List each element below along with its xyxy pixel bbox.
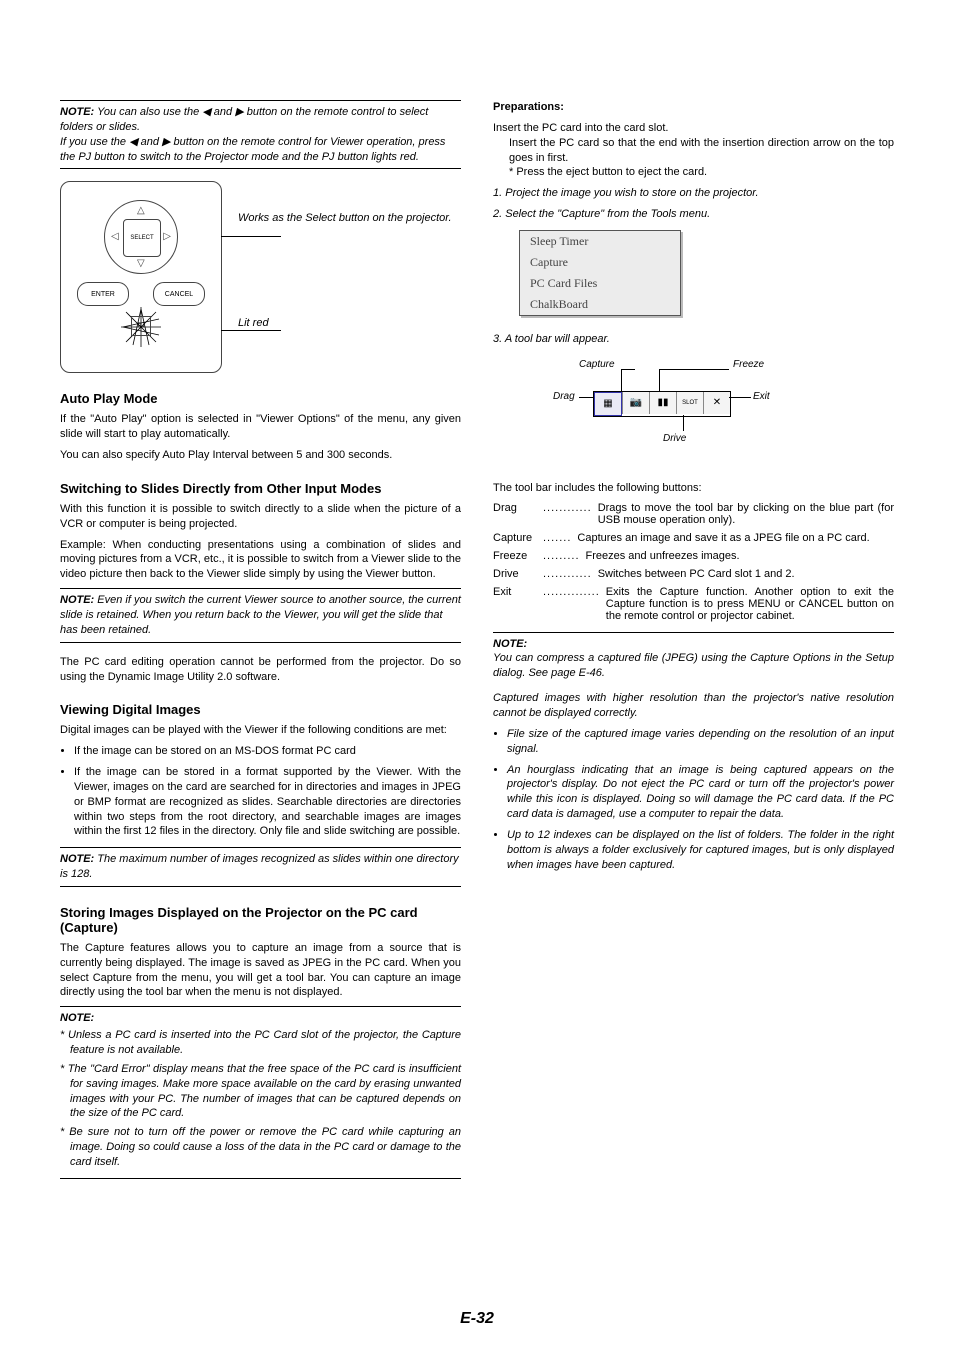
note-label: NOTE: (60, 106, 94, 118)
step-3: 3. A tool bar will appear. (493, 332, 894, 347)
list-item: * Be sure not to turn off the power or r… (60, 1125, 461, 1170)
storing-p: The Capture features allows you to captu… (60, 941, 461, 1000)
drive-icon: SLOT (676, 392, 703, 414)
label-capture: Capture (579, 359, 615, 370)
note-text-2: If you use the ◀ and ▶ button on the rem… (60, 135, 461, 165)
toolbar-definitions: Drag............Drags to move the tool b… (493, 502, 894, 622)
list-item: If the image can be stored in a format s… (74, 765, 461, 839)
list-item: An hourglass indicating that an image is… (507, 763, 894, 822)
note-text: You can also use the ◀ and ▶ button on t… (60, 106, 428, 133)
note-remote: NOTE: You can also use the ◀ and ▶ butto… (60, 100, 461, 169)
cancel-button-label: CANCEL (153, 282, 205, 306)
freeze-icon: ▮▮ (649, 392, 676, 414)
prep-insert: Insert the PC card into the card slot. (493, 121, 894, 136)
note-text: Even if you switch the current Viewer so… (60, 594, 461, 636)
left-column: NOTE: You can also use the ◀ and ▶ butto… (60, 100, 461, 1191)
menu-item-chalkboard: ChalkBoard (520, 294, 680, 315)
step-1: 1. Project the image you wish to store o… (493, 186, 894, 201)
note-capture-warnings: NOTE: * Unless a PC card is inserted int… (60, 1006, 461, 1178)
figure-caption-litred: Lit red (238, 316, 461, 330)
note-compress: You can compress a captured file (JPEG) … (493, 651, 894, 681)
page-number: E-32 (0, 1310, 954, 1328)
remote-diagram: SELECT △ ▽ ◁ ▷ ENTER CANCEL (60, 181, 222, 373)
def-key: Drag (493, 502, 543, 526)
tools-menu-screenshot: Sleep Timer Capture PC Card Files ChalkB… (519, 230, 681, 316)
def-val: Switches between PC Card slot 1 and 2. (592, 568, 894, 580)
toolbar-figure: ▦ 📷 ▮▮ SLOT ✕ Capture Drag Freeze Exit D… (533, 355, 813, 465)
viewing-conditions-list: If the image can be stored on an MS-DOS … (60, 744, 461, 839)
note-max-images: NOTE: The maximum number of images recog… (60, 847, 461, 887)
capture-icon: 📷 (622, 392, 649, 414)
pc-edit-p: The PC card editing operation cannot be … (60, 655, 461, 685)
toolbar-includes-p: The tool bar includes the following butt… (493, 481, 894, 496)
menu-item-pcfiles: PC Card Files (520, 273, 680, 294)
autoplay-p2: You can also specify Auto Play Interval … (60, 448, 461, 463)
note-text: The maximum number of images recognized … (60, 853, 459, 880)
def-key: Drive (493, 568, 543, 580)
heading-storing: Storing Images Displayed on the Projecto… (60, 905, 461, 935)
exit-icon: ✕ (703, 392, 730, 414)
list-item: Up to 12 indexes can be displayed on the… (507, 828, 894, 873)
pj-button-label: PJ (131, 316, 151, 336)
def-key: Freeze (493, 550, 543, 562)
def-key: Capture (493, 532, 543, 544)
select-button-label: SELECT (123, 219, 161, 257)
enter-button-label: ENTER (77, 282, 129, 306)
list-item: * Unless a PC card is inserted into the … (60, 1028, 461, 1058)
label-drag: Drag (553, 391, 575, 402)
autoplay-p1: If the "Auto Play" option is selected in… (60, 412, 461, 442)
note-label: NOTE: (60, 1011, 461, 1026)
def-val: Captures an image and save it as a JPEG … (571, 532, 894, 544)
heading-viewing: Viewing Digital Images (60, 702, 461, 717)
switch-p1: With this function it is possible to swi… (60, 502, 461, 532)
note-label: NOTE: (60, 853, 94, 865)
switch-p2: Example: When conducting presentations u… (60, 538, 461, 583)
note-resolution: Captured images with higher resolution t… (493, 691, 894, 721)
label-freeze: Freeze (733, 359, 764, 370)
prep-direction: Insert the PC card so that the end with … (493, 136, 894, 166)
note-viewer-retain: NOTE: Even if you switch the current Vie… (60, 588, 461, 643)
menu-item-sleep: Sleep Timer (520, 231, 680, 252)
list-item: File size of the captured image varies d… (507, 727, 894, 757)
def-val: Exits the Capture function. Another opti… (600, 586, 894, 622)
def-val: Freezes and unfreezes images. (580, 550, 894, 562)
heading-auto-play: Auto Play Mode (60, 391, 461, 406)
prep-eject: * Press the eject button to eject the ca… (493, 165, 894, 180)
remote-figure: SELECT △ ▽ ◁ ▷ ENTER CANCEL (60, 181, 461, 373)
label-drive: Drive (663, 433, 686, 444)
figure-caption-select: Works as the Select button on the projec… (238, 211, 461, 225)
note-label: NOTE: (493, 637, 894, 652)
list-item: If the image can be stored on an MS-DOS … (74, 744, 461, 759)
label-exit: Exit (753, 391, 770, 402)
drag-icon: ▦ (594, 392, 622, 416)
list-item: * The "Card Error" display means that th… (60, 1062, 461, 1121)
def-key: Exit (493, 586, 543, 622)
menu-item-capture: Capture (520, 252, 680, 273)
step-2: 2. Select the "Capture" from the Tools m… (493, 207, 894, 222)
viewing-p: Digital images can be played with the Vi… (60, 723, 461, 738)
right-column: Preparations: Insert the PC card into th… (493, 100, 894, 1191)
note-compress-block: NOTE: You can compress a captured file (… (493, 632, 894, 873)
note-label: NOTE: (60, 594, 94, 606)
preparations-title: Preparations: (493, 101, 564, 113)
def-val: Drags to move the tool bar by clicking o… (592, 502, 894, 526)
heading-switching: Switching to Slides Directly from Other … (60, 481, 461, 496)
